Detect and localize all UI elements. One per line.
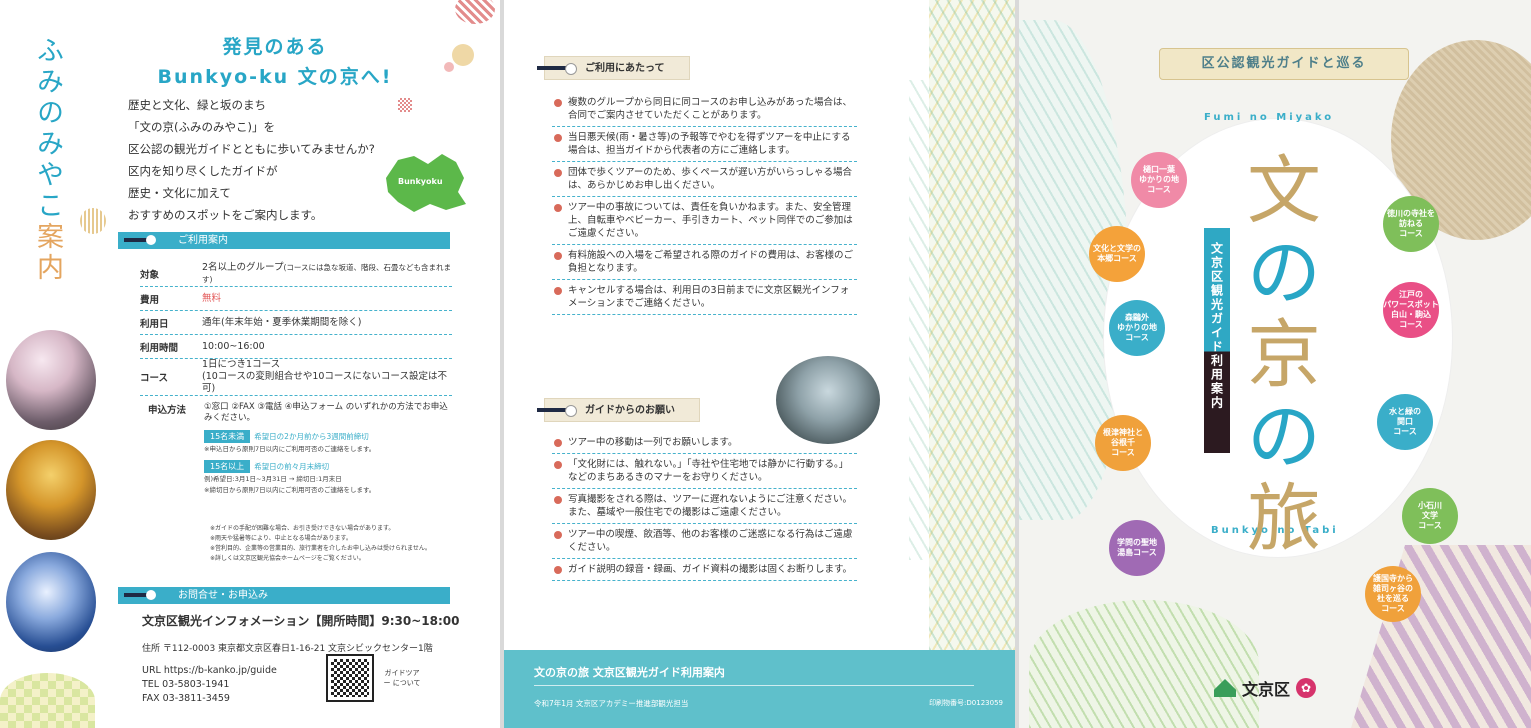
deco-pattern-stripe	[929, 0, 1015, 650]
bunkyo-emblem-icon	[1214, 679, 1236, 697]
course-bubble[interactable]: 樋口一葉 ゆかりの地 コース	[1131, 152, 1187, 208]
list-item: ツアー中の喫煙、飲酒等、他のお客様のご迷惑になる行為はご遠慮ください。	[552, 524, 857, 559]
usage-table: 対象 2名以上のグループ(コースには急な坂道、階段、石畳なども含まれます) 費用…	[140, 262, 452, 396]
header-tag-icon	[124, 590, 156, 600]
heading-discovery: 発見のある	[222, 36, 328, 58]
list-item: 写真撮影をされる際は、ツアーに遅れないようにご注意ください。また、墓域や一般住宅…	[552, 489, 857, 524]
course-bubble[interactable]: 水と緑の 関口 コース	[1377, 394, 1433, 450]
fax: FAX 03-3811-3459	[142, 693, 230, 704]
fumi-no-miyako-label: Fumi no Miyako	[1204, 112, 1335, 123]
list-item: ガイド説明の録音・録画、ガイド資料の撮影は固くお断りします。	[552, 559, 857, 581]
intro-text: 歴史と文化、緑と坂のまち 「文の京(ふみのみやこ)」を 区公認の観光ガイドととも…	[128, 98, 375, 222]
course-bubble[interactable]: 根津神社と 谷根千 コース	[1095, 415, 1151, 471]
list-item: 当日悪天候(雨・暑さ等)の予報等でやむを得ずツアーを中止にする場合は、担当ガイド…	[552, 127, 857, 162]
cover-vertical-banner: 文京区観光ガイド利用案内	[1204, 228, 1230, 453]
deco-circle-pink	[455, 0, 495, 24]
usage-row: 利用時間 10:00~16:00	[140, 335, 452, 359]
list-item: ツアー中の移動は一列でお願いします。	[552, 432, 857, 454]
deco-stripes-gold	[80, 208, 106, 234]
usage-row: 利用日 通年(年末年始・夏季休業期間を除く)	[140, 311, 452, 335]
left-panel: ふみのみやこ案内 発見のある Bunkyo-ku 文の京へ! 歴史と文化、緑と坂…	[0, 0, 500, 728]
heading-bunkyo: Bunkyo-ku 文の京へ!	[157, 66, 393, 88]
svg-text:Bunkyoku: Bunkyoku	[398, 177, 443, 186]
footer-divider	[534, 685, 974, 686]
qr-label: ガイドツアー について	[383, 669, 421, 687]
usage-header: ご利用案内	[118, 232, 450, 249]
deco-dot-pink	[444, 62, 454, 72]
cover-title: 文 の 京 の 旅	[1247, 148, 1321, 562]
deco-pattern-stripe-2	[909, 80, 929, 560]
course-bubble[interactable]: 文化と文学の 本郷コース	[1089, 226, 1145, 282]
usage-row: 費用 無料	[140, 287, 452, 311]
bunkyo-logo: 文京区 ✿	[1214, 676, 1317, 700]
section-title-usage-notes: ご利用にあたって	[537, 56, 690, 80]
list-item: キャンセルする場合は、利用日の3日前までに文京区観光インフォメーションまでご連絡…	[552, 280, 857, 315]
course-bubble[interactable]: 江戸の パワースポット 白山・駒込 コース	[1383, 282, 1439, 338]
deco-pattern-green	[1029, 600, 1259, 728]
header-tag-icon	[124, 235, 156, 245]
guide-photo	[776, 356, 880, 444]
course-bubble[interactable]: 小石川 文学 コース	[1402, 488, 1458, 544]
list-item: 有料施設への入場をご希望される際のガイドの費用は、お客様のご負担となります。	[552, 245, 857, 280]
middle-panel: ご利用にあたって 複数のグループから同日に同コースのお申し込みがあった場合は、合…	[504, 0, 1015, 728]
middle-footer: 文の京の旅 文京区観光ガイド利用案内 令和7年1月 文京区アカデミー推進部観光担…	[504, 650, 1015, 728]
usage-row: コース 1日につき1コース (10コースの変則組合せや10コースにないコース設定は…	[140, 359, 452, 396]
notes: ※ガイドの手配が困難な場合、お引き受けできない場合があります。 ※雨天や猛暑等に…	[210, 525, 431, 562]
usage-notes-list: 複数のグループから同日に同コースのお申し込みがあった場合は、合同でご案内させてい…	[552, 92, 857, 315]
deco-square-pink	[398, 98, 412, 112]
section-title-guide-requests: ガイドからのお願い	[537, 398, 700, 422]
right-panel-cover: 区公認観光ガイドと巡る Fumi no Miyako Bunkyo no Tab…	[1019, 0, 1531, 728]
photo-illumination	[6, 552, 96, 652]
photo-ginkgo	[6, 440, 96, 540]
list-item: ツアー中の事故については、責任を負いかねます。また、安全管理上、自転車やベビーカ…	[552, 197, 857, 245]
course-bubble[interactable]: 護国寺から 雑司ヶ谷の 杜を巡る コース	[1365, 566, 1421, 622]
deco-circle-gold	[452, 44, 474, 66]
list-item: 「文化財には、触れない。」「寺社や住宅地では静かに行動する。」などのまちあるきの…	[552, 454, 857, 489]
qr-code[interactable]	[326, 654, 374, 702]
bunkyo-map: Bunkyoku	[386, 154, 466, 212]
badge-under-15: 15名未満	[204, 430, 251, 443]
guide-requests-list: ツアー中の移動は一列でお願いします。 「文化財には、触れない。」「寺社や住宅地で…	[552, 432, 857, 581]
list-item: 複数のグループから同日に同コースのお申し込みがあった場合は、合同でご案内させてい…	[552, 92, 857, 127]
course-bubble[interactable]: 学問の聖地 湯島コース	[1109, 520, 1165, 576]
usage-row: 対象 2名以上のグループ(コースには急な坂道、階段、石畳なども含まれます)	[140, 262, 452, 287]
deco-checker	[0, 673, 95, 728]
photo-cherry-blossom	[6, 330, 96, 430]
badge-over-15: 15名以上	[204, 460, 251, 473]
course-bubble[interactable]: 徳川の寺社を 訪ねる コース	[1383, 196, 1439, 252]
list-item: 団体で歩くツアーのため、歩くペースが遅い方がいらっしゃる場合は、あらかじめお申し…	[552, 162, 857, 197]
star-emblem-icon: ✿	[1296, 678, 1317, 698]
ribbon-banner: 区公認観光ガイドと巡る	[1138, 48, 1430, 83]
vertical-title: ふみのみやこ案内	[32, 36, 63, 284]
course-bubble[interactable]: 森鷗外 ゆかりの地 コース	[1109, 300, 1165, 356]
contact-header: お問合せ・お申込み	[118, 587, 450, 604]
contact-info: 文京区観光インフォメーション【開所時間】9:30~18:00 住所 〒112-0…	[142, 612, 462, 706]
